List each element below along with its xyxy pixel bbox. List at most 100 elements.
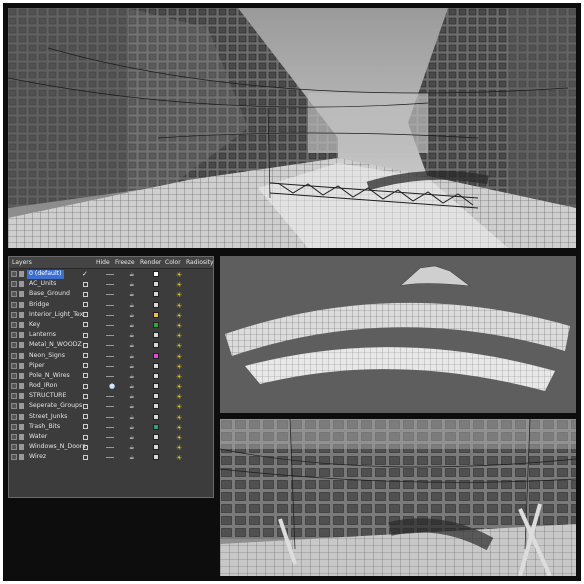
hide-checkbox[interactable]	[83, 454, 88, 460]
layer-name[interactable]: Piper	[27, 362, 47, 371]
hide-checkbox[interactable]	[83, 444, 88, 450]
hide-checkbox[interactable]	[83, 383, 88, 389]
layer-name[interactable]: Wirez	[27, 453, 48, 462]
freeze-toggle[interactable]	[106, 396, 114, 398]
layer-row[interactable]: Seperate_Groups ☕ ☀	[9, 401, 213, 411]
hide-checkbox[interactable]	[83, 281, 88, 287]
freeze-toggle[interactable]	[106, 426, 114, 428]
freeze-toggle[interactable]	[106, 365, 114, 367]
layer-color-swatch[interactable]	[153, 291, 159, 298]
hide-checkbox[interactable]	[83, 312, 88, 318]
hide-checkbox[interactable]	[83, 302, 88, 308]
sun-icon[interactable]: ☀	[176, 453, 182, 463]
hide-checkbox[interactable]	[83, 414, 88, 420]
hide-checkbox[interactable]	[83, 342, 88, 348]
hide-checkbox[interactable]	[83, 322, 88, 328]
layer-color-swatch[interactable]	[153, 321, 159, 328]
hide-checkbox[interactable]	[83, 393, 88, 399]
layer-row[interactable]: STRUCTURE ☕ ☀	[9, 391, 213, 401]
layer-name[interactable]: Windows_N_Doors	[27, 443, 88, 452]
column-header-layers[interactable]: Layers	[12, 257, 32, 268]
freeze-toggle[interactable]	[106, 284, 114, 286]
layer-color-swatch[interactable]	[153, 393, 159, 400]
layer-name[interactable]: Base_Ground	[27, 290, 72, 299]
freeze-toggle[interactable]	[106, 294, 114, 296]
hide-checkbox[interactable]	[83, 332, 88, 338]
freeze-toggle[interactable]	[106, 437, 114, 438]
layer-name[interactable]: Neon_Signs	[27, 352, 67, 361]
layer-color-swatch[interactable]	[153, 413, 159, 420]
freeze-toggle[interactable]	[106, 416, 114, 418]
freeze-toggle[interactable]	[106, 355, 114, 357]
layer-name[interactable]: Water	[27, 433, 49, 442]
layer-color-swatch[interactable]	[153, 383, 159, 390]
layer-color-swatch[interactable]	[153, 362, 159, 369]
hide-checkmark-icon[interactable]: ✓	[82, 269, 88, 279]
layer-name[interactable]: Key	[27, 321, 42, 330]
layer-name[interactable]: Bridge	[27, 301, 51, 310]
layer-row[interactable]: Piper ☕ ☀	[9, 361, 213, 371]
layer-row[interactable]: Key ☕ ☀	[9, 320, 213, 330]
layer-row[interactable]: Interior_Light_Tex ☕ ☀	[9, 310, 213, 320]
layer-name[interactable]: Pole_N_Wires	[27, 372, 72, 381]
column-header-freeze[interactable]: Freeze	[115, 257, 135, 268]
layer-name[interactable]: Trash_Bits	[27, 423, 62, 432]
layer-name[interactable]: Seperate_Groups	[27, 402, 84, 411]
layer-row[interactable]: Metal_N_WOODZ ☕ ☀	[9, 340, 213, 350]
layer-color-swatch[interactable]	[153, 434, 159, 440]
layer-color-swatch[interactable]	[153, 403, 159, 410]
hide-checkbox[interactable]	[83, 373, 88, 379]
layer-name[interactable]: Rod_IRon	[27, 382, 59, 391]
layer-name[interactable]: AC_Units	[27, 280, 58, 289]
teapot-icon[interactable]: ☕	[129, 453, 134, 463]
layer-name[interactable]: STRUCTURE	[27, 392, 68, 401]
freeze-toggle[interactable]	[106, 335, 114, 337]
layer-row[interactable]: Rod_IRon ● ☕ ☀	[9, 381, 213, 391]
hide-checkbox[interactable]	[83, 353, 88, 358]
freeze-toggle[interactable]	[106, 345, 114, 347]
layer-color-swatch[interactable]	[153, 444, 159, 451]
layer-name[interactable]: Lanterns	[27, 331, 58, 340]
layer-name[interactable]: Interior_Light_Tex	[27, 311, 85, 320]
layer-row[interactable]: 0 (default) ✓ ☕ ☀	[9, 269, 213, 279]
freeze-toggle[interactable]	[106, 324, 114, 326]
hide-checkbox[interactable]	[83, 424, 88, 430]
layer-color-swatch[interactable]	[153, 332, 159, 339]
hide-checkbox[interactable]	[83, 291, 88, 297]
freeze-toggle[interactable]	[106, 274, 114, 275]
layer-color-swatch[interactable]	[153, 352, 159, 359]
layer-row[interactable]: Trash_Bits ☕ ☀	[9, 422, 213, 432]
freeze-toggle[interactable]	[106, 314, 114, 316]
arc-model-viewport[interactable]	[220, 256, 576, 413]
layer-row[interactable]: Neon_Signs ☕ ☀	[9, 351, 213, 361]
layer-row[interactable]: Street_Junks ☕ ☀	[9, 412, 213, 422]
column-header-hide[interactable]: Hide	[96, 257, 110, 268]
column-header-color[interactable]: Color	[165, 257, 181, 268]
freeze-toggle[interactable]	[106, 447, 114, 449]
layer-color-swatch[interactable]	[153, 342, 159, 349]
freeze-toggle[interactable]	[106, 375, 114, 377]
layer-color-swatch[interactable]	[153, 423, 159, 430]
hide-checkbox[interactable]	[83, 434, 88, 440]
lightbulb-icon[interactable]: ●	[109, 381, 115, 391]
layer-color-swatch[interactable]	[153, 281, 159, 288]
closeup-render-viewport[interactable]	[220, 419, 576, 576]
layer-row[interactable]: Wirez ☕ ☀	[9, 452, 213, 462]
layer-name[interactable]: 0 (default)	[27, 270, 64, 279]
layer-row[interactable]: AC_Units ☕ ☀	[9, 279, 213, 289]
column-header-render[interactable]: Render	[140, 257, 161, 268]
layer-name[interactable]: Street_Junks	[27, 413, 69, 422]
layer-row[interactable]: Base_Ground ☕ ☀	[9, 289, 213, 299]
layer-color-swatch[interactable]	[153, 311, 159, 318]
hide-checkbox[interactable]	[83, 363, 88, 369]
layer-row[interactable]: Windows_N_Doors ☕ ☀	[9, 442, 213, 452]
layer-row[interactable]: Lanterns ☕ ☀	[9, 330, 213, 340]
layer-name[interactable]: Metal_N_WOODZ	[27, 341, 84, 350]
column-header-radiosity[interactable]: Radiosity	[186, 257, 214, 268]
freeze-toggle[interactable]	[106, 406, 114, 408]
freeze-toggle[interactable]	[106, 304, 114, 306]
layer-row[interactable]: Pole_N_Wires ☕ ☀	[9, 371, 213, 381]
freeze-toggle[interactable]	[106, 457, 114, 459]
layer-color-swatch[interactable]	[153, 271, 159, 277]
layer-color-swatch[interactable]	[153, 301, 159, 308]
